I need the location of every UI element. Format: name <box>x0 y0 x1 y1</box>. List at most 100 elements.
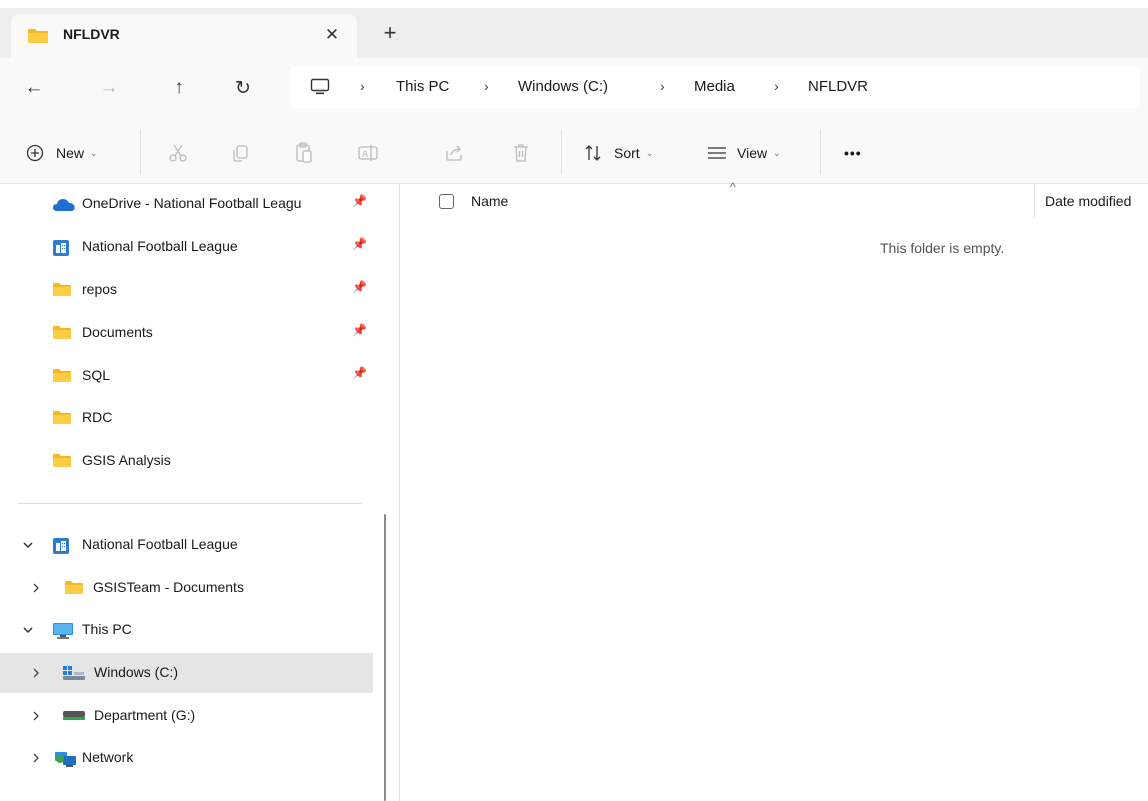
monitor-icon <box>52 622 74 640</box>
tree-item-this-pc[interactable]: This PC <box>0 610 373 650</box>
sort-button[interactable]: Sort ⌄ <box>584 139 653 167</box>
refresh-button[interactable]: ↻ <box>227 72 259 104</box>
sidebar-item-label: National Football League <box>82 238 238 254</box>
file-list-pane[interactable]: ^ Name Date modified This folder is empt… <box>401 180 1148 801</box>
sidebar-item-sql[interactable]: SQL 📌 <box>0 356 373 396</box>
windows-drive-icon <box>62 665 86 681</box>
up-button[interactable]: ↑ <box>163 72 195 104</box>
sidebar-item-rdc[interactable]: RDC <box>0 398 373 438</box>
new-button[interactable]: New ⌄ <box>26 139 98 167</box>
onedrive-cloud-icon <box>52 196 76 212</box>
sidebar-item-label: Documents <box>82 324 153 340</box>
sidebar-item-label: RDC <box>82 409 113 425</box>
sidebar-item-repos[interactable]: repos 📌 <box>0 270 373 310</box>
column-divider[interactable] <box>1034 184 1035 218</box>
tree-item-label: This PC <box>82 621 132 637</box>
expand-chevron-icon[interactable] <box>22 621 36 636</box>
view-button[interactable]: View ⌄ <box>707 139 781 167</box>
delete-icon[interactable] <box>507 139 535 167</box>
breadcrumb-media[interactable]: Media <box>694 78 735 95</box>
network-drive-icon <box>62 710 86 722</box>
sidebar-item-gsis-analysis[interactable]: GSIS Analysis <box>0 441 373 481</box>
expand-chevron-icon[interactable] <box>30 707 44 722</box>
sort-icon <box>584 144 604 162</box>
pin-icon[interactable]: 📌 <box>352 280 367 294</box>
sidebar-scrollbar[interactable] <box>384 514 386 801</box>
folder-icon <box>52 282 72 297</box>
more-options-button[interactable]: ••• <box>844 139 862 167</box>
tree-item-label: GSISTeam - Documents <box>93 579 244 595</box>
column-header-date-modified[interactable]: Date modified <box>1045 193 1131 209</box>
command-separator <box>820 130 821 174</box>
tree-item-label: Department (G:) <box>94 707 196 723</box>
monitor-icon[interactable] <box>310 78 330 96</box>
tree-item-national-football-league[interactable]: National Football League <box>0 525 373 565</box>
sidebar-item-documents[interactable]: Documents 📌 <box>0 313 373 353</box>
expand-chevron-icon[interactable] <box>30 749 44 764</box>
cut-icon[interactable] <box>164 139 192 167</box>
folder-icon <box>64 580 84 595</box>
command-separator <box>140 130 141 174</box>
tree-item-label: Network <box>82 749 134 765</box>
rename-icon[interactable]: A <box>354 139 382 167</box>
new-label: New <box>56 145 85 161</box>
expand-chevron-icon[interactable] <box>22 536 36 551</box>
chevron-down-icon: ⌄ <box>90 147 98 158</box>
svg-text:A: A <box>362 150 369 160</box>
forward-button[interactable]: → <box>93 72 125 104</box>
address-bar[interactable]: › This PC › Windows (C:) › Media › NFLDV… <box>290 66 1140 108</box>
chevron-down-icon: ⌄ <box>645 147 654 158</box>
folder-icon <box>52 453 72 468</box>
pin-icon[interactable]: 📌 <box>352 323 367 337</box>
plus-circle-icon <box>26 144 44 162</box>
copy-icon[interactable] <box>226 139 254 167</box>
command-separator <box>561 130 562 174</box>
tree-item-label: National Football League <box>82 536 238 552</box>
tree-item-department-g[interactable]: Department (G:) <box>0 696 373 736</box>
sidebar-divider <box>18 503 362 504</box>
breadcrumb-windows-c[interactable]: Windows (C:) <box>518 78 608 95</box>
navigation-bar: ← → ↑ ↻ › This PC › Windows (C:) › Media… <box>0 58 1148 122</box>
expand-chevron-icon[interactable] <box>30 579 44 594</box>
folder-icon <box>52 325 72 340</box>
navigation-pane[interactable]: OneDrive - National Football Leagu 📌 Nat… <box>0 184 400 801</box>
tab-title: NFLDVR <box>63 26 120 42</box>
sidebar-item-label: repos <box>82 281 118 297</box>
tab-nfldvr[interactable]: NFLDVR ✕ <box>11 14 357 58</box>
share-icon[interactable] <box>440 139 468 167</box>
tab-bar: NFLDVR ✕ + <box>0 0 1148 58</box>
sharepoint-org-icon <box>52 537 70 555</box>
folder-icon <box>52 410 72 425</box>
sidebar-item-label: SQL <box>82 367 111 383</box>
paste-icon[interactable] <box>290 139 318 167</box>
breadcrumb-separator[interactable]: › <box>660 78 665 94</box>
breadcrumb-separator[interactable]: › <box>360 78 365 94</box>
back-button[interactable]: ← <box>18 72 50 104</box>
sidebar-item-onedrive[interactable]: OneDrive - National Football Leagu 📌 <box>0 184 373 224</box>
tree-item-network[interactable]: Network <box>0 738 373 778</box>
folder-icon <box>52 368 72 383</box>
tree-item-windows-c[interactable]: Windows (C:) <box>0 653 373 693</box>
breadcrumb-separator[interactable]: › <box>774 78 779 94</box>
tree-item-gsisteam-documents[interactable]: GSISTeam - Documents <box>0 568 373 608</box>
folder-icon <box>27 28 49 44</box>
breadcrumb-nfldvr[interactable]: NFLDVR <box>808 78 868 95</box>
sidebar-item-national-football-league[interactable]: National Football League 📌 <box>0 227 373 267</box>
tab-close-icon[interactable]: ✕ <box>317 20 347 50</box>
pin-icon[interactable]: 📌 <box>352 366 367 380</box>
command-bar: New ⌄ A Sort ⌄ View ⌄ ••• <box>0 122 1148 184</box>
select-all-checkbox[interactable] <box>439 194 454 209</box>
pin-icon[interactable]: 📌 <box>352 194 367 208</box>
expand-chevron-icon[interactable] <box>30 664 44 679</box>
breadcrumb-this-pc[interactable]: This PC <box>396 78 449 95</box>
breadcrumb-separator[interactable]: › <box>484 78 489 94</box>
pin-icon[interactable]: 📌 <box>352 237 367 251</box>
new-tab-button[interactable]: + <box>375 18 405 48</box>
sort-ascending-icon: ^ <box>730 180 736 194</box>
view-lines-icon <box>707 146 727 160</box>
view-label: View <box>737 145 768 161</box>
column-header-name[interactable]: Name <box>471 193 508 209</box>
empty-folder-message: This folder is empty. <box>880 240 1005 256</box>
sort-label: Sort <box>614 145 640 161</box>
sidebar-item-label: GSIS Analysis <box>82 452 171 468</box>
